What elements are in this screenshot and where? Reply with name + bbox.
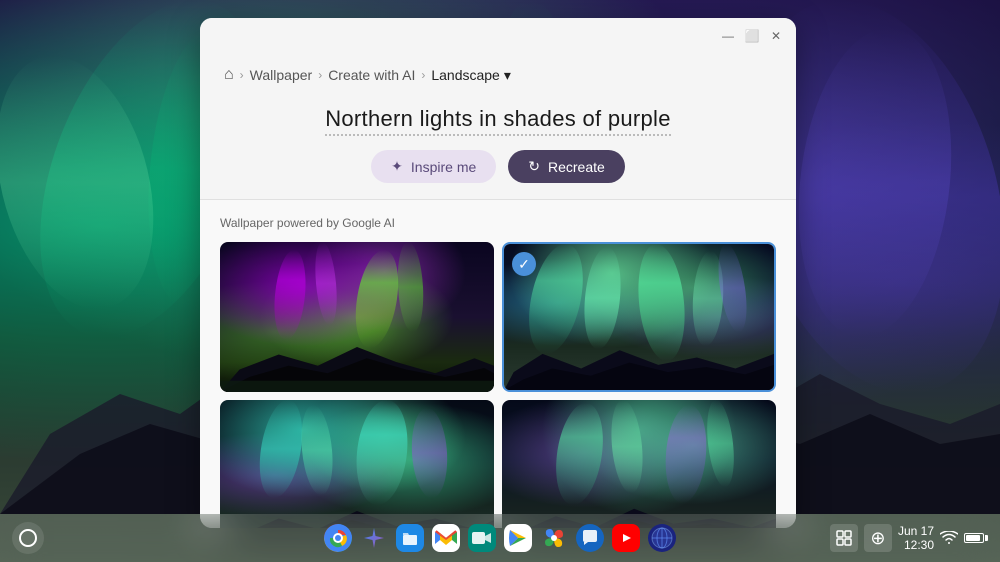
gallery-area: Wallpaper powered by Google AI: [200, 200, 796, 528]
aurora-image-2-bg: [504, 244, 774, 390]
mountain-1: [220, 332, 494, 392]
taskbar: ⊕ Jun 17 12:30: [0, 514, 1000, 562]
gmail-app-icon[interactable]: [432, 524, 460, 552]
aurora-image-1-bg: [220, 242, 494, 392]
circle-icon: [18, 528, 38, 548]
inspire-me-button[interactable]: ✦ Inspire me: [371, 150, 496, 183]
breadcrumb-dropdown-icon: ▾: [504, 67, 511, 84]
messages-icon: [580, 528, 600, 548]
taskbar-left: [12, 522, 44, 554]
breadcrumb-sep-1: ›: [240, 68, 244, 82]
files-app-icon[interactable]: [396, 524, 424, 552]
youtube-app-icon[interactable]: [612, 524, 640, 552]
chrome-icon: [324, 524, 352, 552]
window-titlebar: — ⬜ ✕: [200, 18, 796, 54]
battery-body: [964, 533, 984, 543]
gemini-app-icon[interactable]: [360, 524, 388, 552]
files-icon: [400, 528, 420, 548]
wallpaper-window: — ⬜ ✕ ⌂ › Wallpaper › Create with AI › L…: [200, 18, 796, 528]
wifi-icon: [940, 531, 958, 545]
inspire-me-label: Inspire me: [411, 159, 476, 175]
gallery-image-4[interactable]: [502, 400, 776, 528]
battery-fill: [966, 535, 980, 541]
date-display: Jun 17: [898, 524, 934, 538]
page-title: Northern lights in shades of purple: [325, 106, 671, 136]
photos-app-icon[interactable]: [540, 524, 568, 552]
meet-app-icon[interactable]: [468, 524, 496, 552]
taskbar-center: [324, 524, 676, 552]
play-app-icon[interactable]: [504, 524, 532, 552]
maximize-button[interactable]: ⬜: [744, 28, 760, 44]
chrome-edu-app-icon[interactable]: [648, 524, 676, 552]
photos-icon: [541, 525, 567, 551]
window-content: ⌂ › Wallpaper › Create with AI › Landsca…: [200, 54, 796, 528]
play-store-icon: [507, 527, 529, 549]
time-display: 12:30: [904, 538, 934, 552]
gallery-image-3[interactable]: [220, 400, 494, 528]
breadcrumb-create-ai[interactable]: Create with AI: [328, 67, 415, 83]
date-time[interactable]: Jun 17 12:30: [898, 524, 934, 552]
chrome-app-icon[interactable]: [324, 524, 352, 552]
meet-icon: [471, 529, 493, 547]
home-icon[interactable]: ⌂: [224, 66, 234, 84]
selected-badge: ✓: [512, 252, 536, 276]
recreate-icon: ↻: [528, 158, 540, 175]
breadcrumb-sep-3: ›: [421, 68, 425, 82]
inspire-icon: ✦: [391, 158, 403, 175]
tray-expand-button[interactable]: [830, 524, 858, 552]
youtube-icon: [615, 530, 637, 546]
gmail-icon: [435, 530, 457, 546]
tray-icon: [836, 530, 852, 546]
close-button[interactable]: ✕: [768, 28, 784, 44]
breadcrumb-wallpaper[interactable]: Wallpaper: [250, 67, 313, 83]
image-grid: ✓: [220, 242, 776, 528]
breadcrumb-active-label: Landscape: [431, 67, 500, 83]
battery-tip: [985, 535, 988, 541]
add-button[interactable]: ⊕: [864, 524, 892, 552]
gallery-image-1[interactable]: [220, 242, 494, 392]
recreate-label: Recreate: [548, 159, 605, 175]
globe-icon: [650, 526, 674, 550]
minimize-button[interactable]: —: [720, 28, 736, 44]
breadcrumb-active[interactable]: Landscape ▾: [431, 67, 511, 84]
aurora-image-3-bg: [220, 400, 494, 528]
battery-icon: [964, 533, 988, 543]
system-tray-button[interactable]: [12, 522, 44, 554]
system-tray: ⊕ Jun 17 12:30: [830, 524, 988, 552]
action-buttons: ✦ Inspire me ↻ Recreate: [224, 150, 772, 183]
breadcrumb-sep-2: ›: [318, 68, 322, 82]
recreate-button[interactable]: ↻ Recreate: [508, 150, 625, 183]
gallery-image-2[interactable]: ✓: [502, 242, 776, 392]
gemini-icon: [362, 526, 386, 550]
aurora-image-4-bg: [502, 400, 776, 528]
plus-icon: ⊕: [870, 528, 885, 549]
breadcrumb: ⌂ › Wallpaper › Create with AI › Landsca…: [200, 54, 796, 96]
title-area: Northern lights in shades of purple ✦ In…: [200, 96, 796, 199]
gallery-powered-by: Wallpaper powered by Google AI: [220, 216, 776, 230]
messages-app-icon[interactable]: [576, 524, 604, 552]
